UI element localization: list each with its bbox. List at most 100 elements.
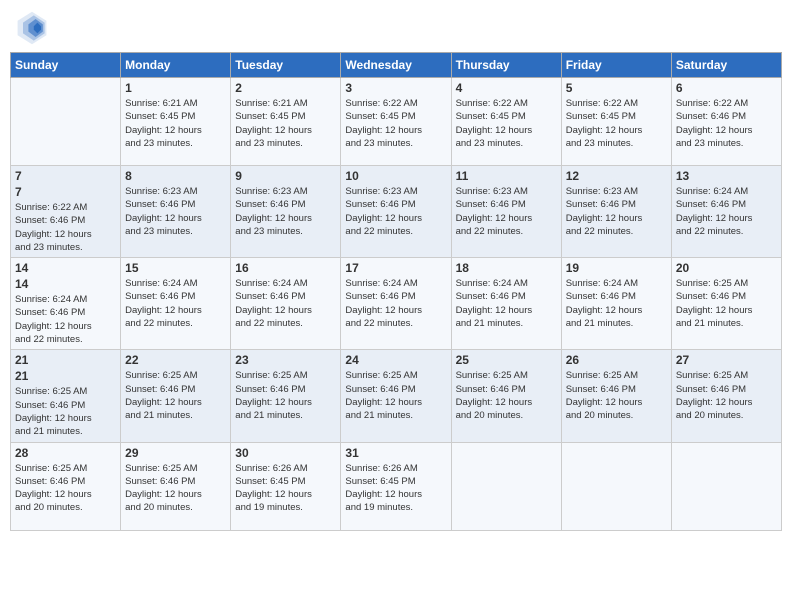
calendar-cell: 14 14 Sunrise: 6:24 AM Sunset: 6:46 PM Day… <box>11 258 121 350</box>
calendar-week-4: 21 21 Sunrise: 6:25 AM Sunset: 6:46 PM Day… <box>11 350 782 442</box>
day-info: Sunrise: 6:23 AM Sunset: 6:46 PM Dayligh… <box>566 185 667 238</box>
calendar-cell: 2121Sunrise: 6:25 AM Sunset: 6:46 PM Day… <box>11 350 121 442</box>
day-info: Sunrise: 6:24 AM Sunset: 6:46 PM Dayligh… <box>345 277 446 330</box>
day-number: 24 <box>345 353 446 367</box>
day-number: 30 <box>235 446 336 460</box>
calendar-cell <box>671 442 781 530</box>
day-number: 19 <box>566 261 667 275</box>
day-info: Sunrise: 6:24 AM Sunset: 6:46 PM Dayligh… <box>125 277 226 330</box>
day-number: 25 <box>456 353 557 367</box>
day-info: Sunrise: 6:25 AM Sunset: 6:46 PM Dayligh… <box>125 369 226 422</box>
day-info: Sunrise: 6:23 AM Sunset: 6:46 PM Dayligh… <box>345 185 446 238</box>
calendar-cell: 30 Sunrise: 6:26 AM Sunset: 6:45 PM Dayli… <box>231 442 341 530</box>
day-number: 18 <box>456 261 557 275</box>
day-number: 4 <box>456 81 557 95</box>
day-number: 17 <box>345 261 446 275</box>
calendar-cell: 22 Sunrise: 6:25 AM Sunset: 6:46 PM Dayli… <box>121 350 231 442</box>
day-info: Sunrise: 6:22 AM Sunset: 6:45 PM Dayligh… <box>345 97 446 150</box>
day-number: 3 <box>345 81 446 95</box>
day-info: Sunrise: 6:25 AM Sunset: 6:46 PM Dayligh… <box>456 369 557 422</box>
calendar-cell: 17 Sunrise: 6:24 AM Sunset: 6:46 PM Dayli… <box>341 258 451 350</box>
day-number: 28 <box>15 446 116 460</box>
day-number: 23 <box>235 353 336 367</box>
calendar-cell: 18Sunrise: 6:24 AM Sunset: 6:46 PM Dayli… <box>451 258 561 350</box>
day-number: 11 <box>456 169 557 183</box>
page-header <box>10 10 782 46</box>
calendar-cell <box>451 442 561 530</box>
calendar-cell <box>561 442 671 530</box>
day-number: 2 <box>235 81 336 95</box>
day-info: Sunrise: 6:26 AM Sunset: 6:45 PM Dayligh… <box>345 462 446 515</box>
day-info: Sunrise: 6:22 AM Sunset: 6:45 PM Dayligh… <box>566 97 667 150</box>
day-number: 1 <box>125 81 226 95</box>
day-info: Sunrise: 6:24 AM Sunset: 6:46 PM Dayligh… <box>235 277 336 330</box>
day-number: 13 <box>676 169 777 183</box>
calendar-table: SundayMondayTuesdayWednesdayThursdayFrid… <box>10 52 782 531</box>
day-info: Sunrise: 6:23 AM Sunset: 6:46 PM Dayligh… <box>235 185 336 238</box>
calendar-cell: 4 Sunrise: 6:22 AM Sunset: 6:45 PM Daylig… <box>451 78 561 166</box>
day-number: 15 <box>125 261 226 275</box>
day-number: 7 <box>15 169 116 183</box>
day-number: 16 <box>235 261 336 275</box>
day-number: 14 <box>15 277 116 291</box>
calendar-cell: 2 Sunrise: 6:21 AM Sunset: 6:45 PM Daylig… <box>231 78 341 166</box>
calendar-cell: 13 Sunrise: 6:24 AM Sunset: 6:46 PM Dayli… <box>671 166 781 258</box>
calendar-cell: 25 Sunrise: 6:25 AM Sunset: 6:46 PM Dayli… <box>451 350 561 442</box>
day-info: Sunrise: 6:22 AM Sunset: 6:45 PM Dayligh… <box>456 97 557 150</box>
weekday-header-monday: Monday <box>121 53 231 78</box>
day-info: Sunrise: 6:23 AM Sunset: 6:46 PM Dayligh… <box>125 185 226 238</box>
day-number: 8 <box>125 169 226 183</box>
day-number: 21 <box>15 369 116 383</box>
calendar-cell: 5 Sunrise: 6:22 AM Sunset: 6:45 PM Daylig… <box>561 78 671 166</box>
day-number: 21 <box>15 353 116 367</box>
weekday-header-wednesday: Wednesday <box>341 53 451 78</box>
day-number: 26 <box>566 353 667 367</box>
day-info: Sunrise: 6:25 AM Sunset: 6:46 PM Dayligh… <box>676 369 777 422</box>
calendar-cell: 28Sunrise: 6:25 AM Sunset: 6:46 PM Dayli… <box>11 442 121 530</box>
day-info: Sunrise: 6:25 AM Sunset: 6:46 PM Dayligh… <box>676 277 777 330</box>
day-info: Sunrise: 6:24 AM Sunset: 6:46 PM Dayligh… <box>566 277 667 330</box>
weekday-header-row: SundayMondayTuesdayWednesdayThursdayFrid… <box>11 53 782 78</box>
day-number: 31 <box>345 446 446 460</box>
calendar-cell: 15 Sunrise: 6:24 AM Sunset: 6:46 PM Dayli… <box>121 258 231 350</box>
day-info: Sunrise: 6:25 AM Sunset: 6:46 PM Dayligh… <box>566 369 667 422</box>
calendar-cell: 77Sunrise: 6:22 AM Sunset: 6:46 PM Dayli… <box>11 166 121 258</box>
day-number: 7 <box>15 185 116 199</box>
calendar-cell: 31 Sunrise: 6:26 AM Sunset: 6:45 PM Dayli… <box>341 442 451 530</box>
day-info: Sunrise: 6:25 AM Sunset: 6:46 PM Dayligh… <box>125 462 226 515</box>
day-info: Sunrise: 6:26 AM Sunset: 6:45 PM Dayligh… <box>235 462 336 515</box>
weekday-header-sunday: Sunday <box>11 53 121 78</box>
day-number: 9 <box>235 169 336 183</box>
calendar-week-2: 77Sunrise: 6:22 AM Sunset: 6:46 PM Dayli… <box>11 166 782 258</box>
day-info: Sunrise: 6:21 AM Sunset: 6:45 PM Dayligh… <box>125 97 226 150</box>
weekday-header-saturday: Saturday <box>671 53 781 78</box>
day-info: Sunrise: 6:24 AM Sunset: 6:46 PM Dayligh… <box>676 185 777 238</box>
day-number: 27 <box>676 353 777 367</box>
calendar-cell: 20 Sunrise: 6:25 AM Sunset: 6:46 PM Dayli… <box>671 258 781 350</box>
calendar-cell <box>11 78 121 166</box>
day-number: 22 <box>125 353 226 367</box>
logo-icon <box>14 10 50 46</box>
day-info: Sunrise: 6:23 AM Sunset: 6:46 PM Dayligh… <box>456 185 557 238</box>
calendar-cell: 24Sunrise: 6:25 AM Sunset: 6:46 PM Dayli… <box>341 350 451 442</box>
day-number: 10 <box>345 169 446 183</box>
calendar-cell: 6 Sunrise: 6:22 AM Sunset: 6:46 PM Daylig… <box>671 78 781 166</box>
calendar-cell: 3 Sunrise: 6:22 AM Sunset: 6:45 PM Daylig… <box>341 78 451 166</box>
calendar-cell: 10 Sunrise: 6:23 AM Sunset: 6:46 PM Dayli… <box>341 166 451 258</box>
calendar-cell: 1 Sunrise: 6:21 AM Sunset: 6:45 PM Daylig… <box>121 78 231 166</box>
day-number: 6 <box>676 81 777 95</box>
day-info: Sunrise: 6:22 AM Sunset: 6:46 PM Dayligh… <box>676 97 777 150</box>
day-info: Sunrise: 6:21 AM Sunset: 6:45 PM Dayligh… <box>235 97 336 150</box>
day-info: Sunrise: 6:25 AM Sunset: 6:46 PM Dayligh… <box>235 369 336 422</box>
day-number: 5 <box>566 81 667 95</box>
calendar-cell: 29 Sunrise: 6:25 AM Sunset: 6:46 PM Dayli… <box>121 442 231 530</box>
day-number: 14 <box>15 261 116 275</box>
calendar-cell: 8 Sunrise: 6:23 AM Sunset: 6:46 PM Daylig… <box>121 166 231 258</box>
calendar-cell: 27 Sunrise: 6:25 AM Sunset: 6:46 PM Dayli… <box>671 350 781 442</box>
calendar-cell: 12Sunrise: 6:23 AM Sunset: 6:46 PM Dayli… <box>561 166 671 258</box>
day-number: 29 <box>125 446 226 460</box>
day-info: Sunrise: 6:24 AM Sunset: 6:46 PM Dayligh… <box>15 293 116 346</box>
weekday-header-tuesday: Tuesday <box>231 53 341 78</box>
calendar-cell: 16 Sunrise: 6:24 AM Sunset: 6:46 PM Dayli… <box>231 258 341 350</box>
day-number: 20 <box>676 261 777 275</box>
